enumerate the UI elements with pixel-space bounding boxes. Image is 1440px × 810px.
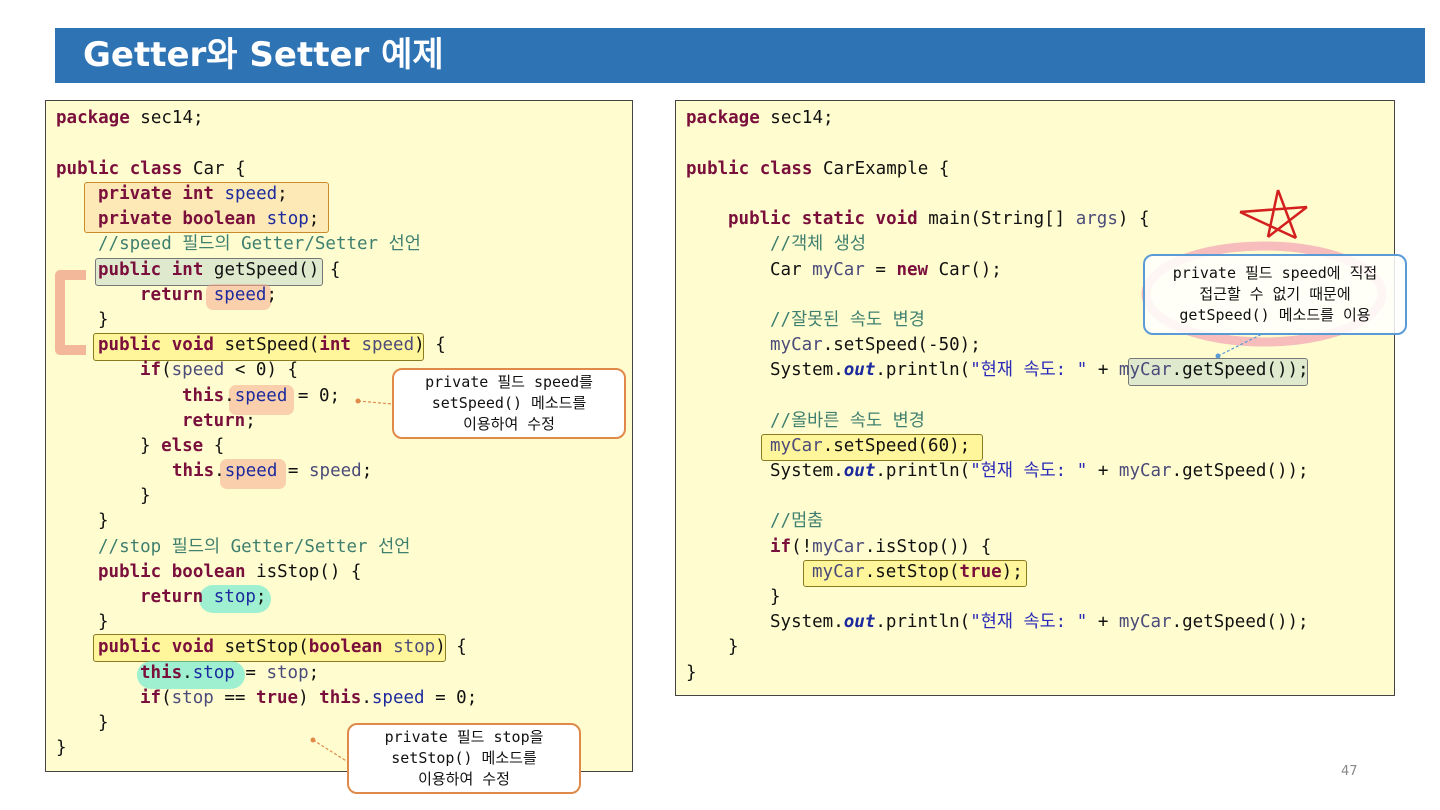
callout-connector-setstop [312,739,349,763]
callout-line: setStop() 메소드를 [391,749,537,767]
callout-line: private 필드 stop을 [384,728,544,746]
callout-dot-setstop [310,737,316,743]
callout-line: getSpeed() 메소드를 이용 [1179,306,1371,324]
callout-line: 접근할 수 없기 때문에 [1199,285,1351,303]
callout-line: private 필드 speed에 직접 [1172,264,1378,282]
callout-dot-getspeed [1215,353,1221,359]
getspeed-callout: private 필드 speed에 직접 접근할 수 없기 때문에 getSpe… [1143,254,1407,335]
annotation-overlay [55,189,1387,763]
setstop-callout: private 필드 stop을 setStop() 메소드를 이용하여 수정 [347,723,581,794]
callout-connector-setspeed [357,400,393,405]
callout-line: private 필드 speed를 [425,373,593,391]
page-number: 47 [1341,764,1358,779]
getter-setter-bracket [55,270,86,355]
callout-line: setSpeed() 메소드를 [431,394,587,412]
callout-line: 이용하여 수정 [463,415,555,433]
setspeed-callout: private 필드 speed를 setSpeed() 메소드를 이용하여 수… [392,368,626,439]
star-icon [1239,189,1308,240]
callout-dot-setspeed [355,398,361,404]
callout-line: 이용하여 수정 [418,770,510,788]
